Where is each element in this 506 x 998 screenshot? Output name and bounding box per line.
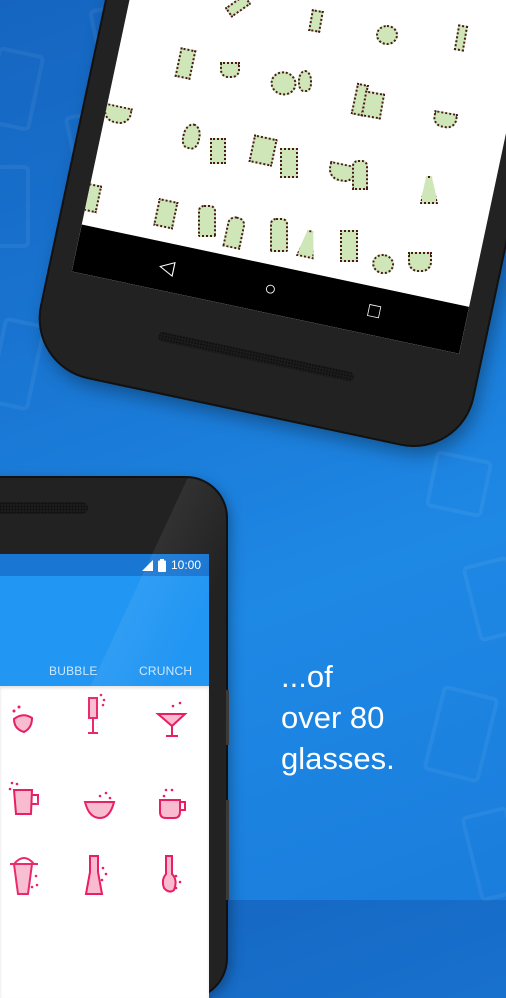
status-time: 10:00 <box>170 558 201 572</box>
glass-icon-shaker[interactable] <box>6 854 42 900</box>
glass-icon-heart-bowl[interactable] <box>8 702 38 738</box>
tab-bubble[interactable]: BUBBLE <box>49 664 98 678</box>
glass-icon <box>76 181 103 214</box>
background-glass-shape <box>0 45 46 133</box>
glass-icon-decanter[interactable] <box>158 854 190 900</box>
recents-icon[interactable]: □ <box>360 297 388 325</box>
glass-icon <box>268 68 299 98</box>
bottom-phone: 10:00 BUBBLE CRUNCH <box>0 478 226 998</box>
speaker-grille <box>0 502 88 514</box>
glass-icon <box>370 251 396 277</box>
background-glass-shape <box>424 449 494 519</box>
top-phone: ◁ ○ □ <box>29 0 506 457</box>
glass-icon <box>326 160 358 185</box>
glass-icon <box>248 134 278 167</box>
tab-crunch[interactable]: CRUNCH <box>139 664 192 678</box>
signal-icon <box>141 559 153 571</box>
volume-button <box>226 690 229 745</box>
glass-icon <box>179 121 203 151</box>
glass-icon <box>350 82 369 117</box>
glass-icon-cup[interactable] <box>156 784 188 824</box>
back-icon[interactable]: ◁ <box>153 253 181 281</box>
glass-icon-carafe[interactable] <box>82 854 114 900</box>
tagline-line-3: glasses. <box>281 741 395 776</box>
glass-icon-bowl[interactable] <box>82 788 118 824</box>
tagline: ...of over 80 glasses. <box>281 656 395 779</box>
top-phone-screen: ◁ ○ □ <box>71 0 506 354</box>
battery-icon <box>157 558 166 572</box>
background-glass-shape <box>0 165 30 248</box>
background-glass-shape <box>461 555 506 643</box>
bottom-phone-screen: 10:00 BUBBLE CRUNCH <box>0 554 209 998</box>
glass-icon-beer-mug[interactable] <box>6 778 42 822</box>
glass-icon <box>296 228 319 259</box>
tagline-line-2: over 80 <box>281 700 385 735</box>
glass-icon <box>101 102 133 127</box>
app-bar: BUBBLE CRUNCH <box>0 576 209 686</box>
status-bar: 10:00 <box>0 554 209 576</box>
glass-grid <box>0 686 209 998</box>
home-icon[interactable]: ○ <box>256 275 284 303</box>
glass-icon <box>222 214 247 250</box>
glass-icon-martini[interactable] <box>155 696 189 738</box>
power-button <box>226 800 229 900</box>
background-glass-shape <box>460 805 506 903</box>
speaker-grille <box>157 330 355 383</box>
glass-icon <box>174 47 197 80</box>
background-glass-shape <box>422 684 500 784</box>
android-nav-bar: ◁ ○ □ <box>71 224 470 354</box>
glass-icon-flute[interactable] <box>82 692 108 738</box>
tagline-line-1: ...of <box>281 659 333 694</box>
glass-icon <box>153 197 179 230</box>
background-glass-shape <box>0 316 47 412</box>
